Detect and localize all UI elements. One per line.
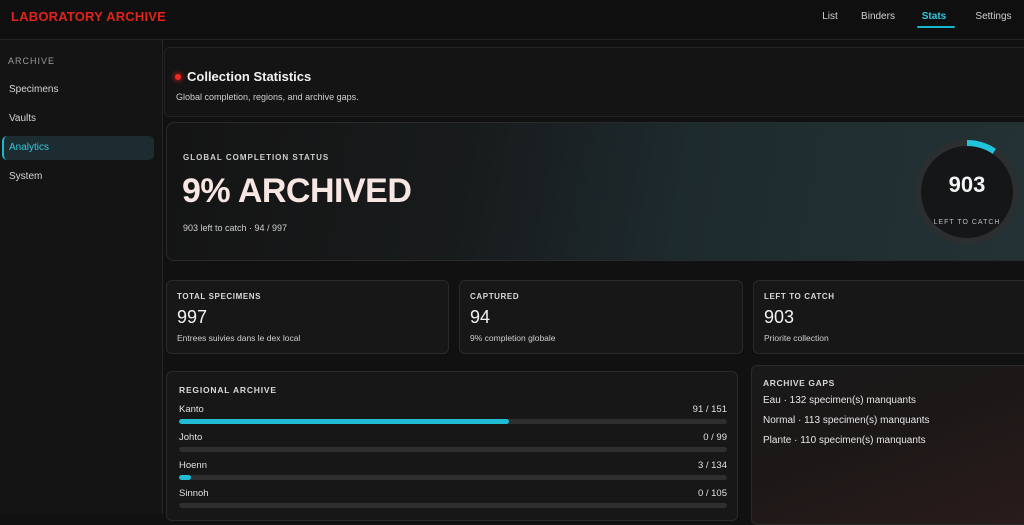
nav-settings[interactable]: Settings [971, 10, 1016, 24]
region-progress-track [179, 503, 727, 508]
top-bar: LABORATORY ARCHIVE List Binders Stats Se… [0, 0, 1024, 40]
region-progress-track [179, 447, 727, 452]
nav-binders[interactable]: Binders [858, 10, 898, 24]
region-count: 91 / 151 [692, 404, 727, 415]
regional-archive-title: REGIONAL ARCHIVE [179, 385, 277, 395]
regional-archive-card: REGIONAL ARCHIVE Kanto 91 / 151 Johto 0 … [166, 371, 738, 521]
page-header: Collection Statistics Global completion,… [164, 47, 1024, 117]
sidebar-item-system[interactable]: System [2, 165, 154, 189]
gap-item: Eau · 132 specimen(s) manquants [763, 395, 916, 406]
region-row: Hoenn 3 / 134 [179, 460, 727, 486]
region-name: Sinnoh [179, 488, 209, 499]
sidebar-item-specimens[interactable]: Specimens [2, 78, 154, 102]
region-name: Johto [179, 432, 203, 443]
region-progress-fill [179, 419, 510, 424]
page-title: Collection Statistics [187, 69, 312, 84]
nav-active-indicator [917, 26, 955, 28]
region-row: Sinnoh 0 / 105 [179, 488, 727, 514]
region-progress-fill [179, 475, 192, 480]
region-row: Johto 0 / 99 [179, 432, 727, 458]
ring-value: 903 [948, 172, 986, 197]
completion-ring: 903 LEFT TO CATCH [914, 139, 1020, 245]
sidebar: ARCHIVE Specimens Vaults Analytics Syste… [0, 40, 163, 514]
region-count: 3 / 134 [697, 460, 727, 471]
region-progress-track [179, 475, 727, 480]
stat-label: CAPTURED [470, 292, 520, 301]
stat-subtext: Entrees suivies dans le dex local [177, 333, 301, 343]
region-count: 0 / 99 [703, 432, 727, 443]
stat-card-captured: CAPTURED 94 9% completion globale [459, 280, 743, 354]
gap-item: Normal · 113 specimen(s) manquants [763, 415, 930, 426]
record-dot-icon [175, 74, 181, 80]
stat-subtext: 9% completion globale [470, 333, 556, 343]
ring-label: LEFT TO CATCH [933, 219, 1001, 226]
archive-gaps-title: ARCHIVE GAPS [763, 378, 835, 388]
sidebar-item-analytics[interactable]: Analytics [2, 136, 154, 160]
completion-label: GLOBAL COMPLETION STATUS [183, 153, 330, 162]
global-completion-card: GLOBAL COMPLETION STATUS 9% ARCHIVED 903… [166, 122, 1024, 261]
stat-label: TOTAL SPECIMENS [177, 292, 262, 301]
app-title: LABORATORY ARCHIVE [11, 9, 167, 24]
stat-value: 94 [470, 307, 491, 327]
region-row: Kanto 91 / 151 [179, 404, 727, 430]
archive-gaps-card: ARCHIVE GAPS Eau · 132 specimen(s) manqu… [751, 365, 1024, 525]
region-name: Kanto [179, 404, 204, 415]
stat-card-left-to-catch: LEFT TO CATCH 903 Priorite collection [753, 280, 1024, 354]
sidebar-section-label: ARCHIVE [8, 56, 56, 66]
completion-detail: 903 left to catch · 94 / 997 [183, 223, 288, 233]
nav-stats[interactable]: Stats [915, 10, 953, 24]
gap-item: Plante · 110 specimen(s) manquants [763, 435, 926, 446]
stat-card-total: TOTAL SPECIMENS 997 Entrees suivies dans… [166, 280, 449, 354]
region-name: Hoenn [179, 460, 207, 471]
region-count: 0 / 105 [697, 488, 727, 499]
stat-label: LEFT TO CATCH [764, 292, 835, 301]
page-subtitle: Global completion, regions, and archive … [176, 92, 359, 102]
stat-value: 903 [764, 307, 795, 327]
completion-headline: 9% ARCHIVED [182, 172, 412, 210]
stat-subtext: Priorite collection [764, 333, 829, 343]
sidebar-item-vaults[interactable]: Vaults [2, 107, 154, 131]
main-content: Collection Statistics Global completion,… [164, 40, 1024, 525]
region-progress-track [179, 419, 727, 424]
stat-value: 997 [177, 307, 208, 327]
nav-list[interactable]: List [815, 10, 845, 24]
